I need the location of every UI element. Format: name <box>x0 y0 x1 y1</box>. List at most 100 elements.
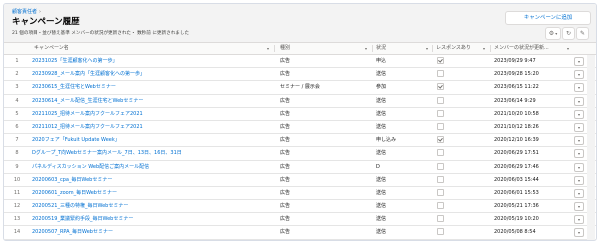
responded-checkbox <box>437 83 444 91</box>
responded-checkbox <box>437 57 444 64</box>
row-number: 13 <box>13 216 21 223</box>
campaign-type: 広告 <box>280 110 291 117</box>
column-header-member-status-updated[interactable]: メンバーの状況が更新... ▾ <box>494 43 572 54</box>
row-actions-button[interactable]: ▾ <box>574 96 584 106</box>
responded-cell <box>436 161 488 173</box>
responded-checkbox <box>437 228 444 236</box>
refresh-button[interactable]: ↻ <box>562 27 575 40</box>
campaign-name-link[interactable]: 20230615_生涯住宅とWebセミナー <box>32 81 272 93</box>
campaign-name-link[interactable]: 20231025「生涯顧客化への第一歩」 <box>32 55 272 67</box>
row-actions-button[interactable]: ▾ <box>574 202 584 212</box>
row-number: 4 <box>15 97 19 104</box>
responded-cell <box>436 95 488 107</box>
table-row: 13 20200519_業議緊約手段_毎日Webセミナー 広告 送信 2020/05/1… <box>4 213 596 227</box>
chevron-down-icon: ▾ <box>577 98 580 104</box>
chevron-down-icon: ▾ <box>555 31 558 36</box>
member-status: 申込 <box>376 58 387 64</box>
campaign-name-link[interactable]: 20211012_招待メール案内フクールフェア2021 <box>32 121 272 133</box>
campaign-name-link[interactable]: 20200521_三種の特権_毎日Webセミナー <box>32 200 272 212</box>
chevron-down-icon[interactable]: ▾ <box>567 43 569 54</box>
campaign-name-link[interactable]: Dグループ_T向Webセミナー案内メール_7日、13日、16日、31日 <box>32 147 272 159</box>
responded-checkbox <box>437 215 444 223</box>
column-header-type[interactable]: 種別 ▾ <box>280 43 370 54</box>
add-to-campaign-button[interactable]: キャンペーンに追加 <box>505 11 591 25</box>
responded-checkbox <box>437 96 444 104</box>
column-divider <box>274 45 275 52</box>
row-actions-button[interactable]: ▾ <box>574 57 584 66</box>
table-row: 15Webセミナーご案内メール配信広告送信2020/03/25 18:04▾ <box>4 240 596 241</box>
campaign-name-link[interactable]: 2020フェア「Fukuit Update Week」 <box>32 134 272 146</box>
campaign-name-link[interactable]: パネルディスカッション Web配信ご案内メール配信 <box>32 161 272 173</box>
column-divider <box>432 45 433 52</box>
row-actions-button[interactable]: ▾ <box>574 149 584 159</box>
campaign-type: 広告 <box>280 176 291 183</box>
campaign-type: 広告 <box>280 203 291 210</box>
responded-cell <box>436 121 488 133</box>
gear-icon: ⚙ <box>548 30 555 37</box>
chevron-down-icon[interactable]: ▾ <box>267 43 269 54</box>
row-actions-button[interactable]: ▾ <box>574 122 584 132</box>
campaign-type: 広告 <box>280 240 360 241</box>
breadcrumb[interactable]: 顧客責任者 › <box>12 8 41 15</box>
responded-checkbox <box>437 162 444 170</box>
row-actions-button[interactable]: ▾ <box>574 162 584 172</box>
status-updated-date: 2020/06/29 17:46 <box>494 163 539 170</box>
column-header-status[interactable]: 状況 ▾ <box>376 43 431 54</box>
campaign-name-link[interactable]: 20230928_メール案内「生涯顧客化への第一歩」 <box>32 68 272 80</box>
table-row: 2 20230928_メール案内「生涯顧客化への第一歩」 広告 送信 2023/09/2… <box>4 68 596 82</box>
responded-cell <box>436 108 488 120</box>
row-number: 12 <box>13 203 21 210</box>
chevron-down-icon: ▾ <box>577 177 580 183</box>
chevron-down-icon[interactable]: ▾ <box>426 43 428 54</box>
responded-checkbox <box>437 70 444 78</box>
member-status: 送信 <box>376 176 387 183</box>
table-row: 12 20200521_三種の特権_毎日Webセミナー 広告 送信 2020/05/21… <box>4 200 596 214</box>
campaign-type: セミナー / 展示会 <box>280 84 320 91</box>
campaign-name-link[interactable]: 20200603_cpa_毎日Webセミナー <box>32 174 272 186</box>
campaign-name-link[interactable]: 20230614_メール配信_生涯住宅とWebセミナー <box>32 95 272 107</box>
chevron-down-icon: ▾ <box>577 138 580 144</box>
row-actions-button[interactable]: ▾ <box>574 70 584 80</box>
status-updated-date: 2020/12/10 16:39 <box>494 137 539 144</box>
edit-button[interactable]: ✎ <box>576 27 589 40</box>
settings-button[interactable]: ⚙▾ <box>545 27 561 40</box>
row-actions-button[interactable]: ▾ <box>574 215 584 225</box>
row-number: 9 <box>15 163 19 170</box>
campaign-name-link[interactable]: 20200519_業議緊約手段_毎日Webセミナー <box>32 213 272 225</box>
row-actions-button[interactable]: ▾ <box>574 136 584 146</box>
status-updated-date: 2021/10/20 10:58 <box>494 110 539 117</box>
status-updated-date: 2023/06/14 9:29 <box>494 97 536 104</box>
campaign-name-link[interactable]: 20200601_zoom_毎日Webセミナー <box>32 187 272 199</box>
responded-checkbox <box>437 136 444 144</box>
column-header-campaign-name[interactable]: キャンペーン名 ▾ <box>34 43 272 54</box>
table-row: 11 20200601_zoom_毎日Webセミナー 広告 送信 2020/06/01 … <box>4 187 596 201</box>
list-summary: 21 個の項目・並び替え基準 メンバーの状況が更新された・ 数秒前 に更新されま… <box>12 31 190 36</box>
chevron-down-icon[interactable]: ▾ <box>365 43 367 54</box>
row-number: 14 <box>13 229 21 236</box>
row-number: 3 <box>15 84 19 91</box>
campaign-type: 広告 <box>280 58 291 64</box>
campaign-name-link[interactable]: Webセミナーご案内メール配信 <box>32 240 272 241</box>
column-header-responded[interactable]: レスポンスあり ▾ <box>436 43 488 54</box>
chevron-down-icon: ▾ <box>577 72 580 78</box>
row-actions-button[interactable]: ▾ <box>574 175 584 185</box>
table-row: 4 20230614_メール配信_生涯住宅とWebセミナー 広告 送信 2023/06/… <box>4 95 596 108</box>
row-actions-button[interactable]: ▾ <box>574 188 584 198</box>
refresh-icon: ↻ <box>565 30 572 37</box>
column-divider <box>490 45 491 52</box>
member-status: 申し込み <box>376 137 397 144</box>
chevron-down-icon[interactable]: ▾ <box>483 43 485 54</box>
status-updated-date: 2021/10/12 18:26 <box>494 123 539 130</box>
table-row: 8 Dグループ_T向Webセミナー案内メール_7日、13日、16日、31日 広告 送信… <box>4 147 596 161</box>
campaign-name-link[interactable]: 20200507_RPA_毎日Webセミナー <box>32 226 272 238</box>
status-updated-date: 2020/05/21 17:36 <box>494 203 539 210</box>
scrollbar[interactable] <box>587 55 595 240</box>
status-updated-date: 2020/05/19 10:20 <box>494 216 539 223</box>
campaign-name-link[interactable]: 20211025_招待メール案内フクールフェア2021 <box>32 108 272 120</box>
table-row: 3 20230615_生涯住宅とWebセミナー セミナー / 展示会 参加 2023/0… <box>4 81 596 95</box>
row-actions-button[interactable]: ▾ <box>574 109 584 119</box>
campaign-type: 広告 <box>280 150 291 157</box>
row-actions-button[interactable]: ▾ <box>574 83 584 93</box>
table-row: 6 20211012_招待メール案内フクールフェア2021 広告 送信 2021/10/… <box>4 121 596 135</box>
row-actions-button[interactable]: ▾ <box>574 228 584 238</box>
